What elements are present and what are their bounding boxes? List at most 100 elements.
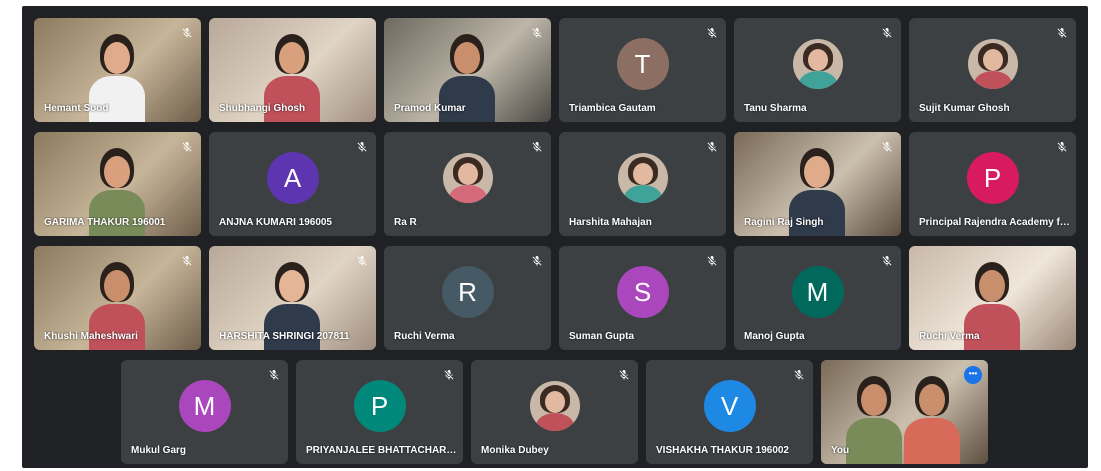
avatar-letter: P	[966, 152, 1019, 204]
avatar-body	[623, 185, 662, 203]
participant-face	[104, 156, 130, 188]
participant-tile[interactable]: Sujit Kumar Ghosh	[909, 18, 1076, 122]
mic-off-icon	[531, 254, 543, 266]
avatar-letter: P	[353, 380, 406, 432]
participant-name: Mukul Garg	[131, 445, 187, 456]
participant-name: ANJNA KUMARI 196005	[219, 217, 332, 228]
participant-name: Monika Dubey	[481, 445, 549, 456]
participant-face	[104, 270, 130, 302]
participant-tile[interactable]: Ragini Raj Singh	[734, 132, 901, 236]
participant-tile[interactable]: Hemant Sood	[34, 18, 201, 122]
participant-tile[interactable]: S Suman Gupta	[559, 246, 726, 350]
meeting-grid: Hemant Sood Shubhangi Ghosh Pramod Kumar T T…	[22, 6, 1088, 468]
mic-off-icon	[706, 26, 718, 38]
participant-face	[861, 384, 887, 416]
participant-body	[264, 76, 320, 122]
participant-tile[interactable]: Khushi Maheshwari	[34, 246, 201, 350]
mic-off-icon	[443, 368, 455, 380]
participant-tile[interactable]: T Triambica Gautam	[559, 18, 726, 122]
mic-off-icon	[618, 368, 630, 380]
participant-name: GARIMA THAKUR 196001	[44, 217, 166, 228]
participant-tile[interactable]: R Ruchi Verma	[384, 246, 551, 350]
avatar-body	[798, 71, 837, 89]
mic-off-icon	[706, 140, 718, 152]
participant-face	[804, 156, 830, 188]
participant-tile[interactable]: P Principal Rajendra Academy for T...	[909, 132, 1076, 236]
avatar-letter: V	[703, 380, 756, 432]
participant-tile[interactable]: Harshita Mahajan	[559, 132, 726, 236]
avatar-letter: A	[266, 152, 319, 204]
participant-tile[interactable]: V VISHAKHA THAKUR 196002	[646, 360, 813, 464]
participant-tile[interactable]: Shubhangi Ghosh	[209, 18, 376, 122]
mic-off-icon	[706, 254, 718, 266]
avatar-letter: S	[616, 266, 669, 318]
participant-name: Sujit Kumar Ghosh	[919, 103, 1010, 114]
avatar-face	[544, 391, 565, 413]
avatar-body	[535, 413, 574, 431]
participant-face	[919, 384, 945, 416]
participant-body	[439, 76, 495, 122]
participant-name: Shubhangi Ghosh	[219, 103, 306, 114]
participant-tile[interactable]: M Manoj Gupta	[734, 246, 901, 350]
avatar-photo	[792, 39, 843, 89]
mic-off-icon	[181, 140, 193, 152]
mic-off-icon	[881, 254, 893, 266]
participant-body	[89, 190, 145, 236]
mic-off-icon	[356, 254, 368, 266]
participant-name: PRIYANJALEE BHATTACHARJEE 2...	[306, 445, 457, 456]
participant-name: Ragini Raj Singh	[744, 217, 824, 228]
avatar-face	[982, 49, 1003, 71]
participant-tile[interactable]: P PRIYANJALEE BHATTACHARJEE 2...	[296, 360, 463, 464]
mic-off-icon	[181, 26, 193, 38]
avatar-letter: M	[791, 266, 844, 318]
avatar-photo	[967, 39, 1018, 89]
participant-tile[interactable]: Monika Dubey	[471, 360, 638, 464]
participant-tile[interactable]: Pramod Kumar	[384, 18, 551, 122]
participant-tile[interactable]: ••• You	[821, 360, 988, 464]
avatar-letter: R	[441, 266, 494, 318]
participant-face	[279, 270, 305, 302]
more-options-button[interactable]: •••	[964, 366, 982, 384]
participant-row: GARIMA THAKUR 196001 A ANJNA KUMARI 196005…	[22, 132, 1088, 236]
participant-name: You	[831, 445, 850, 456]
avatar-letter: T	[616, 38, 669, 90]
participant-row: M Mukul Garg P PRIYANJALEE BHATTACHARJEE 2.…	[22, 360, 1088, 464]
participant-tile[interactable]: A ANJNA KUMARI 196005	[209, 132, 376, 236]
participant-name: Ruchi Verma	[394, 331, 455, 342]
participant-tile[interactable]: Tanu Sharma	[734, 18, 901, 122]
participant-name: VISHAKHA THAKUR 196002	[656, 445, 789, 456]
mic-off-icon	[268, 368, 280, 380]
participant-name: Khushi Maheshwari	[44, 331, 138, 342]
participant-body	[904, 418, 960, 464]
participant-row: Hemant Sood Shubhangi Ghosh Pramod Kumar T T…	[22, 18, 1088, 122]
participant-name: Manoj Gupta	[744, 331, 805, 342]
participant-name: Suman Gupta	[569, 331, 635, 342]
avatar-photo	[529, 381, 580, 431]
participant-name: Ra R	[394, 217, 417, 228]
avatar-photo	[617, 153, 668, 203]
participant-name: Hemant Sood	[44, 103, 109, 114]
participant-tile[interactable]: M Mukul Garg	[121, 360, 288, 464]
participant-body	[789, 190, 845, 236]
participant-body	[846, 418, 902, 464]
participant-tile[interactable]: GARIMA THAKUR 196001	[34, 132, 201, 236]
mic-off-icon	[1056, 140, 1068, 152]
participant-tile[interactable]: Ra R	[384, 132, 551, 236]
participant-name: Ruchi Verma	[919, 331, 980, 342]
participant-name: Harshita Mahajan	[569, 217, 652, 228]
participant-tile[interactable]: HARSHITA SHRINGI 207811	[209, 246, 376, 350]
avatar-body	[448, 185, 487, 203]
participant-tile[interactable]: Ruchi Verma	[909, 246, 1076, 350]
mic-off-icon	[356, 140, 368, 152]
participant-name: Principal Rajendra Academy for T...	[919, 217, 1070, 228]
participant-row: Khushi Maheshwari HARSHITA SHRINGI 207811…	[22, 246, 1088, 350]
participant-face	[279, 42, 305, 74]
avatar-face	[457, 163, 478, 185]
avatar-body	[973, 71, 1012, 89]
participant-body	[89, 76, 145, 122]
avatar-photo	[442, 153, 493, 203]
avatar-face	[632, 163, 653, 185]
mic-off-icon	[793, 368, 805, 380]
mic-off-icon	[531, 140, 543, 152]
participant-body	[964, 304, 1020, 350]
